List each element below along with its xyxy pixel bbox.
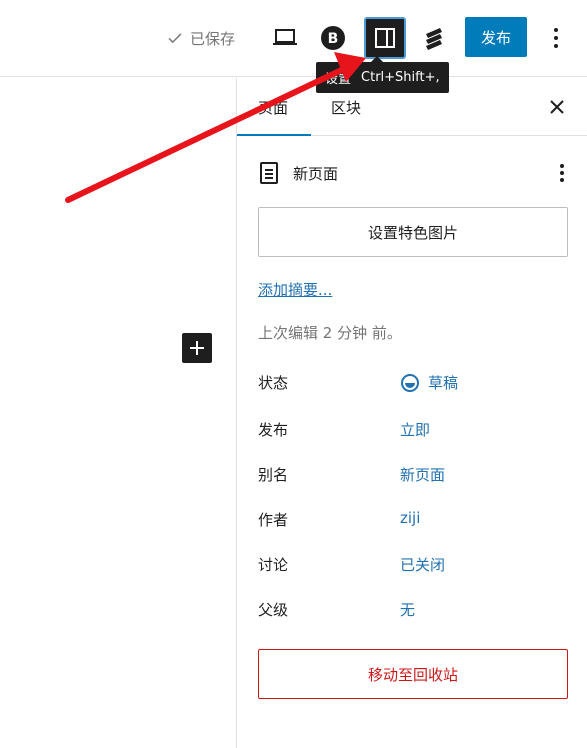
options-menu-button[interactable] — [544, 24, 568, 52]
plugin-s-button[interactable] — [418, 23, 450, 53]
tooltip-arrow — [371, 56, 383, 62]
tab-block-label: 区块 — [331, 98, 362, 117]
meta-label: 讨论 — [258, 556, 289, 574]
b-logo-icon: B — [321, 26, 345, 50]
meta-row-author: 作者 ziji — [258, 509, 568, 533]
document-summary: 新页面 — [259, 160, 569, 186]
saved-indicator: 已保存 — [166, 27, 235, 49]
parent-page-button[interactable]: 无 — [400, 599, 415, 620]
tooltip-label: 设置 — [325, 72, 352, 87]
meta-row-parent: 父级 无 — [258, 599, 568, 623]
laptop-icon — [273, 29, 297, 45]
close-sidebar-button[interactable] — [547, 97, 567, 117]
svg-text:B: B — [328, 31, 339, 47]
checkmark-icon — [168, 33, 182, 44]
document-actions-button[interactable] — [555, 160, 569, 186]
settings-tooltip: 设置 Ctrl+Shift+, — [316, 56, 449, 93]
s-logo-icon — [426, 28, 442, 50]
tab-page-label: 页面 — [258, 98, 289, 117]
saved-label: 已保存 — [190, 29, 236, 48]
publish-button[interactable]: 发布 — [465, 17, 527, 57]
tab-page[interactable]: 页面 — [258, 78, 288, 136]
settings-sidebar: 页面 区块 新页面 设置特色图片 添加摘要... 上次编辑 2 分钟 前。 状态… — [236, 78, 587, 748]
editor-toolbar: 已保存 B 发布 — [0, 0, 587, 77]
publish-date-button[interactable]: 立即 — [400, 419, 430, 440]
vertical-ellipsis-icon — [554, 28, 558, 48]
meta-label: 发布 — [258, 421, 289, 439]
plus-icon — [190, 341, 204, 355]
slug-button[interactable]: 新页面 — [400, 464, 445, 485]
vertical-ellipsis-icon — [560, 164, 564, 182]
meta-row-discussion: 讨论 已关闭 — [258, 554, 568, 578]
sidebar-panel-icon — [375, 28, 395, 48]
meta-label: 别名 — [258, 466, 289, 484]
meta-label: 父级 — [258, 601, 289, 619]
discussion-button[interactable]: 已关闭 — [400, 554, 445, 575]
meta-row-slug: 别名 新页面 — [258, 464, 568, 488]
meta-label: 状态 — [258, 374, 289, 392]
move-to-trash-button[interactable]: 移动至回收站 — [258, 649, 568, 699]
set-featured-image-button[interactable]: 设置特色图片 — [258, 207, 568, 257]
active-tab-indicator — [237, 134, 311, 136]
author-button[interactable]: ziji — [400, 509, 420, 527]
draft-status-icon — [401, 373, 419, 392]
meta-label: 作者 — [258, 511, 289, 529]
page-document-icon — [260, 162, 278, 184]
editor-canvas[interactable] — [0, 78, 236, 748]
status-value-button[interactable]: 草稿 — [400, 372, 458, 393]
close-icon — [550, 100, 564, 114]
add-block-button[interactable] — [182, 333, 212, 363]
plugin-b-button[interactable]: B — [318, 23, 348, 53]
meta-value-text: 草稿 — [428, 374, 459, 392]
meta-row-publish: 发布 立即 — [258, 419, 568, 443]
document-title: 新页面 — [293, 164, 339, 183]
tooltip-shortcut: Ctrl+Shift+, — [361, 70, 440, 85]
preview-button[interactable] — [268, 24, 302, 52]
settings-toggle-button[interactable] — [364, 17, 406, 59]
last-edited-text: 上次编辑 2 分钟 前。 — [258, 324, 402, 342]
meta-row-status: 状态 草稿 — [258, 372, 568, 396]
add-excerpt-link[interactable]: 添加摘要... — [258, 279, 332, 300]
